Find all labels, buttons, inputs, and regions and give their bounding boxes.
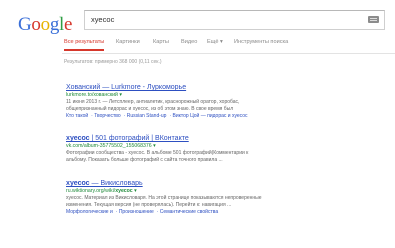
result-stats: Результатов: примерно 368 000 (0,11 сек.…: [64, 59, 162, 65]
snippet-line: изменения. Текущая версия (не проверялас…: [66, 201, 232, 208]
search-result: Хованский — Lurkmore - Луркоморье lurkmo…: [66, 84, 386, 119]
snippet-line: Фотографии сообщества - хуесос. В альбом…: [66, 150, 249, 156]
url-text: ru.wiktionary.org/wiki/: [66, 188, 116, 194]
search-input[interactable]: хуесос: [84, 10, 385, 30]
search-tabs: Все результаты Картинки Карты Видео Ещё …: [62, 39, 395, 54]
snippet-line: альбому. Показать больше фотографий с са…: [66, 156, 223, 163]
search-result: хуесос | 501 фотографий | ВКонтакте vk.c…: [66, 135, 386, 163]
title-highlight: хуесос: [66, 135, 90, 142]
snippet-line: 11 июня 2013 г. — Летсплеер, антиалетик,…: [66, 99, 240, 105]
result-sitelinks: Морфологические и · Произношение · Семанти…: [66, 209, 386, 215]
tab-maps[interactable]: Карты: [153, 39, 169, 45]
sitelink[interactable]: Морфологические и: [66, 209, 113, 215]
sitelink[interactable]: · Творчество: [91, 113, 121, 119]
search-query[interactable]: хуесос: [91, 15, 114, 24]
result-snippet: хуесос. Материал из Викисловаря. На этой…: [66, 195, 386, 208]
google-logo[interactable]: Google: [18, 14, 72, 36]
logo-letter: g: [49, 14, 60, 35]
keyboard-icon[interactable]: [368, 16, 379, 23]
url-dropdown-arrow[interactable]: ▾: [133, 188, 137, 194]
result-url[interactable]: vk.com/album-35775502_155068376 ▾: [66, 143, 386, 149]
tab-more[interactable]: Ещё ▾: [207, 39, 223, 45]
tab-video[interactable]: Видео: [181, 39, 197, 45]
title-highlight: хуесос: [66, 180, 90, 187]
sitelink[interactable]: · Виктор Цой — пидорас и хуесос: [169, 113, 247, 119]
sitelink[interactable]: · Семантические свойства: [157, 209, 218, 215]
sitelink[interactable]: · Произношение: [116, 209, 154, 215]
logo-letter: o: [40, 14, 51, 35]
result-title-link[interactable]: хуесос — Викисловарь: [66, 180, 386, 187]
result-title-link[interactable]: хуесос | 501 фотографий | ВКонтакте: [66, 135, 386, 142]
url-highlight: хуесос: [115, 188, 133, 194]
snippet-line: хуесос. Материал из Викисловаря. На этой…: [66, 195, 262, 201]
sitelink[interactable]: Кто такой: [66, 113, 88, 119]
result-url[interactable]: ru.wiktionary.org/wiki/хуесос ▾: [66, 188, 386, 194]
sitelink[interactable]: · Russian Stand-up: [124, 113, 167, 119]
result-snippet: Фотографии сообщества - хуесос. В альбом…: [66, 150, 386, 163]
tab-search-tools[interactable]: Инструменты поиска: [234, 39, 288, 45]
tab-images[interactable]: Картинки: [116, 39, 140, 45]
tab-all-results[interactable]: Все результаты: [64, 39, 105, 51]
logo-letter: o: [31, 14, 41, 35]
search-result: хуесос — Викисловарь ru.wiktionary.org/w…: [66, 180, 386, 215]
logo-letter: G: [18, 14, 32, 35]
snippet-line: общепризнанный пидорас и хуесос, из об э…: [66, 105, 234, 112]
title-text: | 501 фотографий | ВКонтакте: [89, 135, 189, 142]
result-snippet: 11 июня 2013 г. — Летсплеер, антиалетик,…: [66, 99, 386, 112]
result-title-link[interactable]: Хованский — Lurkmore - Луркоморье: [66, 84, 386, 91]
logo-letter: e: [64, 14, 73, 35]
title-text: — Викисловарь: [89, 180, 143, 187]
result-sitelinks: Кто такой · Творчество · Russian Stand-up ·…: [66, 113, 386, 119]
result-url[interactable]: lurkmore.to/хованский ▾: [66, 92, 386, 98]
